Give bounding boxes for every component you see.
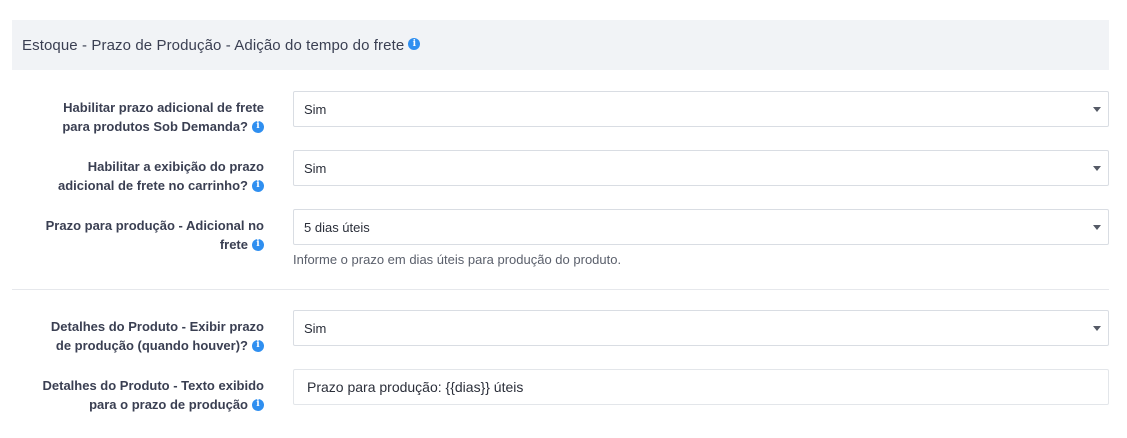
help-text: Informe o prazo em dias úteis para produ… [293,252,622,267]
section-header: Estoque - Prazo de Produção - Adição do … [12,20,1109,70]
product-details-display-select[interactable]: Sim [293,310,1109,346]
chevron-down-icon [1093,166,1101,171]
info-icon[interactable]: i [408,38,421,50]
field-label: Habilitar prazo adicional de frete para … [14,98,264,136]
label-line: frete [219,237,248,252]
label-line: de produção (quando houver)? [55,338,248,353]
section-title: Estoque - Prazo de Produção - Adição do … [22,36,405,54]
production-time-select[interactable]: 5 dias úteis [293,209,1109,245]
select-value: Sim [304,320,327,336]
info-icon[interactable]: i [252,238,264,251]
field-label: Habilitar a exibição do prazo adicional … [14,157,264,195]
field-label: Detalhes do Produto - Exibir prazo de pr… [14,317,264,355]
production-time-text-input[interactable] [293,369,1109,405]
demand-shipping-select[interactable]: Sim [293,91,1109,127]
label-line: para o prazo de produção [89,397,248,412]
label-line: Detalhes do Produto - Texto exibido [42,378,265,393]
settings-panel: Estoque - Prazo de Produção - Adição do … [0,0,1127,438]
info-icon[interactable]: i [252,120,264,133]
label-line: adicional de frete no carrinho? [58,178,248,193]
label-line: Prazo para produção - Adicional no [45,218,264,233]
chevron-down-icon [1093,326,1101,331]
info-icon[interactable]: i [252,339,264,352]
label-line: para produtos Sob Demanda? [62,119,248,134]
select-value: Sim [304,101,327,117]
chevron-down-icon [1093,107,1101,112]
info-icon[interactable]: i [252,179,264,192]
field-label: Detalhes do Produto - Texto exibido para… [14,376,264,414]
label-line: Habilitar a exibição do prazo [87,159,264,174]
info-icon[interactable]: i [252,398,264,411]
select-value: 5 dias úteis [304,219,370,235]
label-line: Habilitar prazo adicional de frete [63,100,264,115]
cart-display-select[interactable]: Sim [293,150,1109,186]
divider [12,289,1109,290]
chevron-down-icon [1093,225,1101,230]
label-line: Detalhes do Produto - Exibir prazo [50,319,264,334]
field-label: Prazo para produção - Adicional no frete… [14,216,264,254]
select-value: Sim [304,160,327,176]
